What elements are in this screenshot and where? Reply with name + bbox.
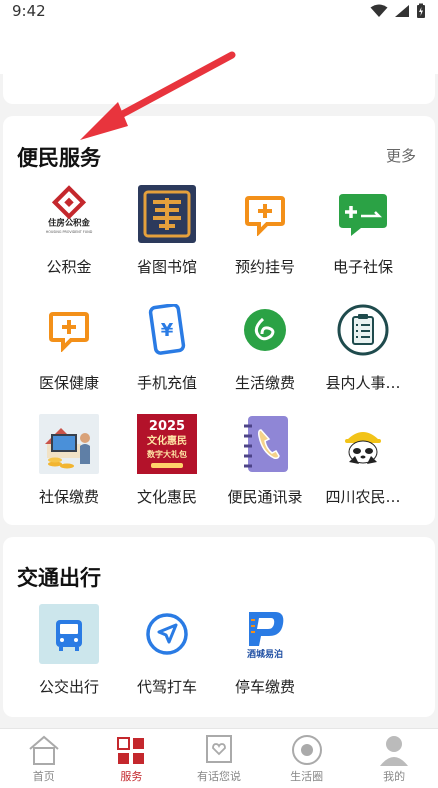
traffic-card: 交通出行 公交出行 代驾打车 酒城易泊 停车缴费: [3, 537, 435, 717]
service-item-label: 公积金: [46, 258, 92, 276]
nav-item-feedback[interactable]: 有话您说: [175, 729, 263, 788]
nav-label: 首页: [32, 770, 55, 783]
service-item-phonebook[interactable]: 便民通讯录: [211, 410, 319, 510]
life-circle-icon: [291, 735, 322, 765]
service-item-label: 手机充值: [136, 374, 197, 392]
wifi-icon: [370, 4, 388, 17]
service-item-sichuan-farmer[interactable]: 四川农民…: [309, 410, 417, 510]
service-item-library[interactable]: 省图书馆: [113, 180, 221, 280]
service-item-label: 文化惠民: [136, 488, 197, 506]
personnel-checklist-icon: [333, 300, 393, 360]
nav-label: 服务: [120, 770, 143, 783]
traffic-item-label: 公交出行: [38, 678, 99, 696]
traffic-section-title: 交通出行: [17, 566, 101, 590]
traffic-item-label: 代驾打车: [136, 678, 197, 696]
nav-label: 生活圈: [290, 770, 324, 783]
battery-icon: [417, 3, 425, 18]
service-item-label: 县内人事…: [325, 374, 401, 392]
nav-item-home[interactable]: 首页: [0, 729, 88, 788]
service-item-label: 便民通讯录: [227, 488, 303, 506]
medical-insurance-icon: [39, 300, 99, 360]
nav-label: 有话您说: [196, 770, 241, 783]
nav-item-profile[interactable]: 我的: [350, 729, 438, 788]
status-time: 9:42: [12, 2, 46, 20]
social-security-card-icon: [333, 184, 393, 244]
service-item-label: 电子社保: [332, 258, 393, 276]
service-item-phone-recharge[interactable]: ¥ 手机充值: [113, 296, 221, 396]
traffic-item-driver[interactable]: 代驾打车: [113, 600, 221, 700]
parking-logo-text: 酒城易泊: [247, 648, 283, 660]
nav-item-service[interactable]: 服务: [88, 729, 176, 788]
bus-icon: [39, 604, 99, 664]
status-bar: 9:42: [0, 0, 438, 22]
social-insurance-payment-icon: [39, 414, 99, 474]
service-item-life-payment[interactable]: 生活缴费: [211, 296, 319, 396]
housing-fund-logo-icon: 住房公积金 HOUSING PROVIDENT FUND: [39, 184, 99, 244]
culture-poster-icon: 2025 文化惠民 数字大礼包: [137, 414, 197, 474]
service-item-label: 预约挂号: [234, 258, 295, 276]
service-card: 便民服务 更多 住房公积金 HOUSING PROVIDENT FUND 公积金: [3, 116, 435, 525]
nav-item-life-circle[interactable]: 生活圈: [263, 729, 351, 788]
traffic-item-bus[interactable]: 公交出行: [15, 600, 123, 700]
phone-recharge-icon: ¥: [137, 300, 197, 360]
service-grid-icon: [117, 737, 145, 764]
signal-icon: [395, 5, 409, 17]
housing-fund-logo-subtext: HOUSING PROVIDENT FUND: [46, 230, 93, 234]
farmer-panda-icon: [333, 414, 393, 474]
feedback-icon: [205, 735, 232, 763]
traffic-item-label: 停车缴费: [234, 678, 295, 696]
service-item-label: 社保缴费: [38, 488, 99, 506]
poster-line2: 数字大礼包: [147, 449, 187, 459]
service-item-culture[interactable]: 2025 文化惠民 数字大礼包 文化惠民: [113, 410, 221, 510]
library-seal-icon: [137, 184, 197, 244]
service-item-county-personnel[interactable]: 县内人事…: [309, 296, 417, 396]
profile-icon: [380, 736, 409, 766]
service-item-appointment[interactable]: 预约挂号: [211, 180, 319, 280]
home-icon: [29, 735, 59, 765]
appointment-icon: [235, 184, 295, 244]
service-item-social-insurance-payment[interactable]: 社保缴费: [15, 410, 123, 510]
service-item-housing-fund[interactable]: 住房公积金 HOUSING PROVIDENT FUND 公积金: [15, 180, 123, 280]
bottom-nav: 首页 服务 有话您说 生活圈 我的: [0, 728, 438, 788]
traffic-item-parking[interactable]: 酒城易泊 停车缴费: [211, 600, 319, 700]
phonebook-icon: [235, 414, 295, 474]
service-section-title: 便民服务: [17, 146, 101, 170]
previous-card-bottom: [3, 60, 435, 104]
service-item-label: 医保健康: [38, 374, 99, 392]
recharge-glyph: ¥: [161, 320, 174, 341]
navigation-arrow-icon: [137, 604, 197, 664]
life-payment-icon: [235, 300, 295, 360]
more-link[interactable]: 更多: [386, 145, 416, 166]
nav-label: 我的: [383, 770, 406, 783]
housing-fund-logo-text: 住房公积金: [48, 218, 90, 228]
service-item-social-security-card[interactable]: 电子社保: [309, 180, 417, 280]
poster-year: 2025: [149, 419, 185, 434]
service-item-medical-insurance[interactable]: 医保健康: [15, 296, 123, 396]
service-item-label: 四川农民…: [325, 488, 401, 506]
service-item-label: 生活缴费: [234, 374, 295, 392]
poster-line1: 文化惠民: [147, 434, 187, 447]
parking-logo-icon: 酒城易泊: [235, 604, 295, 664]
service-item-label: 省图书馆: [136, 258, 197, 276]
status-icons: [370, 3, 426, 19]
